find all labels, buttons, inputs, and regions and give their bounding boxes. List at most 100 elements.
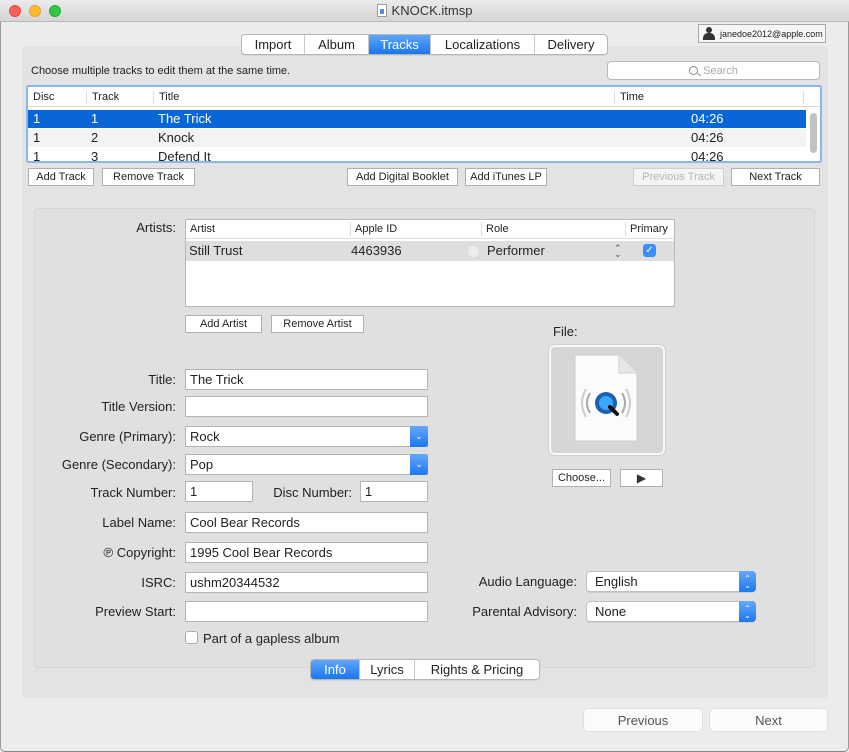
previous-track-button[interactable]: Previous Track (633, 168, 724, 186)
add-digital-booklet-button[interactable]: Add Digital Booklet (347, 168, 458, 186)
cell-track: 2 (91, 130, 99, 145)
cell-disc: 1 (33, 111, 41, 126)
account-button[interactable]: janedoe2012@apple.com (698, 24, 826, 43)
copyright-label: ℗ Copyright: (103, 545, 176, 560)
disc-number-label: Disc Number: (273, 485, 352, 500)
disc-number-input[interactable]: 1 (360, 481, 428, 502)
cell-title: Defend It (158, 149, 211, 163)
column-header-track[interactable]: Track (86, 91, 119, 104)
tracks-table-header: Disc Track Title Time (28, 87, 820, 107)
tab-delivery[interactable]: Delivery (535, 35, 607, 54)
copyright-input[interactable]: 1995 Cool Bear Records (185, 542, 428, 563)
parental-advisory-select[interactable]: None ⌃ ⌄ (586, 601, 756, 622)
tab-album[interactable]: Album (305, 35, 369, 54)
column-header-disc[interactable]: Disc (28, 91, 54, 104)
tracks-hint: Choose multiple tracks to edit them at t… (31, 65, 291, 77)
gapless-label[interactable]: Part of a gapless album (203, 631, 340, 646)
cell-track: 1 (91, 111, 99, 126)
role-stepper-icon[interactable]: ⌃ ⌄ (614, 244, 622, 259)
genre-primary-label: Genre (Primary): (79, 429, 176, 444)
track-number-input[interactable]: 1 (185, 481, 253, 502)
table-row[interactable]: 1 3 Defend It 04:26 (28, 148, 806, 163)
column-header-artist[interactable]: Artist (186, 222, 215, 236)
column-header-primary[interactable]: Primary (625, 222, 668, 236)
tracks-table[interactable]: Disc Track Title Time 1 1 The Trick 04:2… (26, 85, 822, 163)
chevron-down-icon: ⌄ (410, 426, 428, 447)
cell-time: 04:26 (691, 130, 724, 145)
artist-name: Still Trust (189, 243, 243, 258)
add-artist-button[interactable]: Add Artist (185, 315, 262, 333)
title-label: Title: (148, 372, 176, 387)
updown-chevron-icon: ⌃ ⌄ (739, 571, 756, 592)
audio-language-select[interactable]: English ⌃ ⌄ (586, 571, 756, 592)
audio-language-value: English (595, 574, 638, 589)
artist-role[interactable]: Performer (487, 241, 545, 261)
table-row[interactable]: 1 1 The Trick 04:26 (28, 110, 806, 128)
remove-artist-button[interactable]: Remove Artist (271, 315, 364, 333)
table-row[interactable]: 1 2 Knock 04:26 (28, 129, 806, 147)
gapless-checkbox[interactable] (185, 631, 198, 644)
title-version-input[interactable] (185, 396, 428, 417)
account-email: janedoe2012@apple.com (720, 28, 823, 39)
remove-track-button[interactable]: Remove Track (102, 168, 195, 186)
search-input[interactable]: Search (607, 61, 820, 80)
tracks-scrollbar[interactable] (810, 113, 817, 153)
choose-file-button[interactable]: Choose... (552, 469, 611, 487)
audio-file-well[interactable] (549, 345, 665, 455)
cell-time: 04:26 (691, 111, 724, 126)
isrc-input[interactable]: ushm20344532 (185, 572, 428, 593)
cell-time: 04:26 (691, 149, 724, 163)
tab-rights-pricing[interactable]: Rights & Pricing (415, 660, 539, 679)
parental-advisory-value: None (595, 604, 627, 619)
add-track-button[interactable]: Add Track (28, 168, 94, 186)
play-icon: ▶ (636, 471, 647, 485)
tab-import[interactable]: Import (242, 35, 305, 54)
preview-start-input[interactable] (185, 601, 428, 622)
artists-table[interactable]: Artist Apple ID Role Primary Still Trust… (185, 219, 675, 307)
title-bar: KNOCK.itmsp (0, 0, 849, 22)
label-name-input[interactable]: Cool Bear Records (185, 512, 428, 533)
column-header-time[interactable]: Time (614, 91, 644, 104)
next-button[interactable]: Next (710, 709, 827, 731)
cell-title: Knock (158, 130, 195, 145)
chevron-down-icon: ⌄ (410, 454, 428, 475)
tab-info[interactable]: Info (311, 660, 360, 679)
person-icon (703, 27, 715, 40)
document-icon (376, 4, 387, 17)
cell-disc: 1 (33, 149, 41, 163)
search-icon (689, 66, 699, 75)
label-name-label: Label Name: (102, 515, 176, 530)
lookup-arrow-icon[interactable] (468, 241, 479, 261)
file-label: File: (553, 324, 578, 339)
column-header-apple-id[interactable]: Apple ID (350, 222, 397, 236)
tab-lyrics[interactable]: Lyrics (360, 660, 415, 679)
genre-primary-value: Rock (190, 429, 220, 444)
column-header-role[interactable]: Role (481, 222, 509, 236)
cell-disc: 1 (33, 130, 41, 145)
genre-secondary-select[interactable]: Pop ⌄ (185, 454, 428, 475)
search-placeholder: Search (703, 64, 738, 77)
cell-title: The Trick (158, 111, 212, 126)
audio-language-label: Audio Language: (478, 574, 577, 589)
genre-secondary-value: Pop (190, 457, 214, 472)
tab-localizations[interactable]: Localizations (431, 35, 535, 54)
artist-apple-id: 4463936 (351, 243, 402, 258)
quicktime-audio-file-icon (574, 354, 638, 442)
genre-secondary-label: Genre (Secondary): (61, 457, 176, 472)
genre-primary-select[interactable]: Rock ⌄ (185, 426, 428, 447)
tab-tracks[interactable]: Tracks (369, 35, 431, 54)
artist-row[interactable]: Still Trust 4463936 Performer ⌃⌄ ✓ (186, 241, 674, 261)
window-title-text: KNOCK.itmsp (391, 3, 473, 18)
title-input[interactable]: The Trick (185, 369, 428, 390)
column-header-title[interactable]: Title (153, 91, 179, 104)
detail-tab-bar: Info Lyrics Rights & Pricing (310, 659, 540, 680)
preview-start-label: Preview Start: (95, 604, 176, 619)
next-track-button[interactable]: Next Track (731, 168, 820, 186)
isrc-label: ISRC: (141, 575, 176, 590)
parental-advisory-label: Parental Advisory: (472, 604, 577, 619)
previous-button[interactable]: Previous (584, 709, 702, 731)
play-button[interactable]: ▶ (620, 469, 663, 487)
primary-checkbox[interactable]: ✓ (643, 244, 656, 257)
main-tab-bar: Import Album Tracks Localizations Delive… (241, 34, 608, 55)
add-itunes-lp-button[interactable]: Add iTunes LP (465, 168, 547, 186)
